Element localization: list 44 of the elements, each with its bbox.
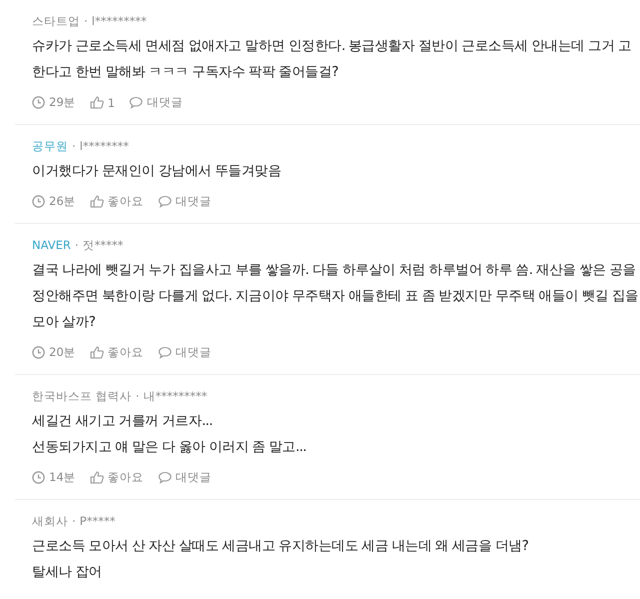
reply-link[interactable]: 대댓글 <box>146 95 183 110</box>
comment-text: 결국 나라에 뺏길거 누가 집을사고 부를 쌓을까. 다들 하루살이 처럼 하루벌어 하루 씀. 재산을 쌓은 공을 정안해주면 북한이랑 다를게 없다. 지금이야 무주택자 애들한테 표 좀 받겠지만 무주택 애들이 뺏길 집을 모아 살까? <box>32 261 640 332</box>
like-count[interactable]: 1 <box>108 96 115 110</box>
separator-dot: · <box>72 139 76 153</box>
comment-text: 근로소득 모아서 산 자산 살때도 세금내고 유지하는데도 세금 내는데 왜 세금을 더냄? 탈세나 잡어 <box>32 537 530 582</box>
thumbs-up-icon[interactable] <box>90 471 104 484</box>
clock-icon <box>32 471 45 484</box>
thumbs-up-icon[interactable] <box>90 346 104 359</box>
thumbs-up-icon[interactable] <box>90 195 104 208</box>
reply-link[interactable]: 대댓글 <box>176 194 212 209</box>
time-ago: 26분 <box>49 194 76 209</box>
speech-bubble-icon[interactable] <box>158 195 172 208</box>
separator-dot: · <box>84 14 88 28</box>
author-name: l******** <box>80 139 129 153</box>
company-name[interactable]: 새회사 <box>32 514 68 528</box>
speech-bubble-icon[interactable] <box>158 471 172 484</box>
author-name: 젓***** <box>82 238 124 252</box>
time-ago: 20분 <box>49 345 76 360</box>
separator-dot: · <box>136 389 140 403</box>
company-name[interactable]: 한국바스프 협력사 <box>32 388 132 404</box>
comment-text: 세길건 새기고 거를꺼 거르자... 선동되가지고 얘 말은 다 옳아 이러지 좀 말고... <box>32 412 308 457</box>
like-count[interactable]: 좋아요 <box>108 345 144 360</box>
company-name[interactable]: NAVER <box>32 238 71 252</box>
like-count[interactable]: 좋아요 <box>108 470 144 485</box>
clock-icon <box>32 346 45 359</box>
comment-text: 이거했다가 문재인이 강남에서 뚜들겨맞음 <box>32 162 282 181</box>
speech-bubble-icon[interactable] <box>158 346 172 359</box>
separator-dot: · <box>72 514 76 528</box>
clock-icon <box>32 195 45 208</box>
author-name: 내********* <box>143 388 208 404</box>
author-name: l********* <box>92 14 147 28</box>
company-name[interactable]: 공무원 <box>32 138 68 154</box>
thumbs-up-icon[interactable] <box>90 96 104 109</box>
comment-text: 슈카가 근로소득세 면세점 없애자고 말하면 인정한다. 봉급생활자 절반이 근로소득세 안내는데 그거 고 한다고 한번 말해봐 ㅋㅋㅋ 구독자수 팍팍 줄어들걸? <box>32 37 632 82</box>
time-ago: 14분 <box>49 470 76 485</box>
speech-bubble-icon[interactable] <box>128 96 143 109</box>
separator-dot: · <box>74 238 79 252</box>
reply-link[interactable]: 대댓글 <box>176 345 212 360</box>
time-ago: 29분 <box>49 95 76 110</box>
clock-icon <box>32 96 45 109</box>
like-count[interactable]: 좋아요 <box>108 194 144 209</box>
reply-link[interactable]: 대댓글 <box>176 470 212 485</box>
company-name[interactable]: 스타트업 <box>32 14 80 28</box>
author-name: P***** <box>80 514 116 528</box>
